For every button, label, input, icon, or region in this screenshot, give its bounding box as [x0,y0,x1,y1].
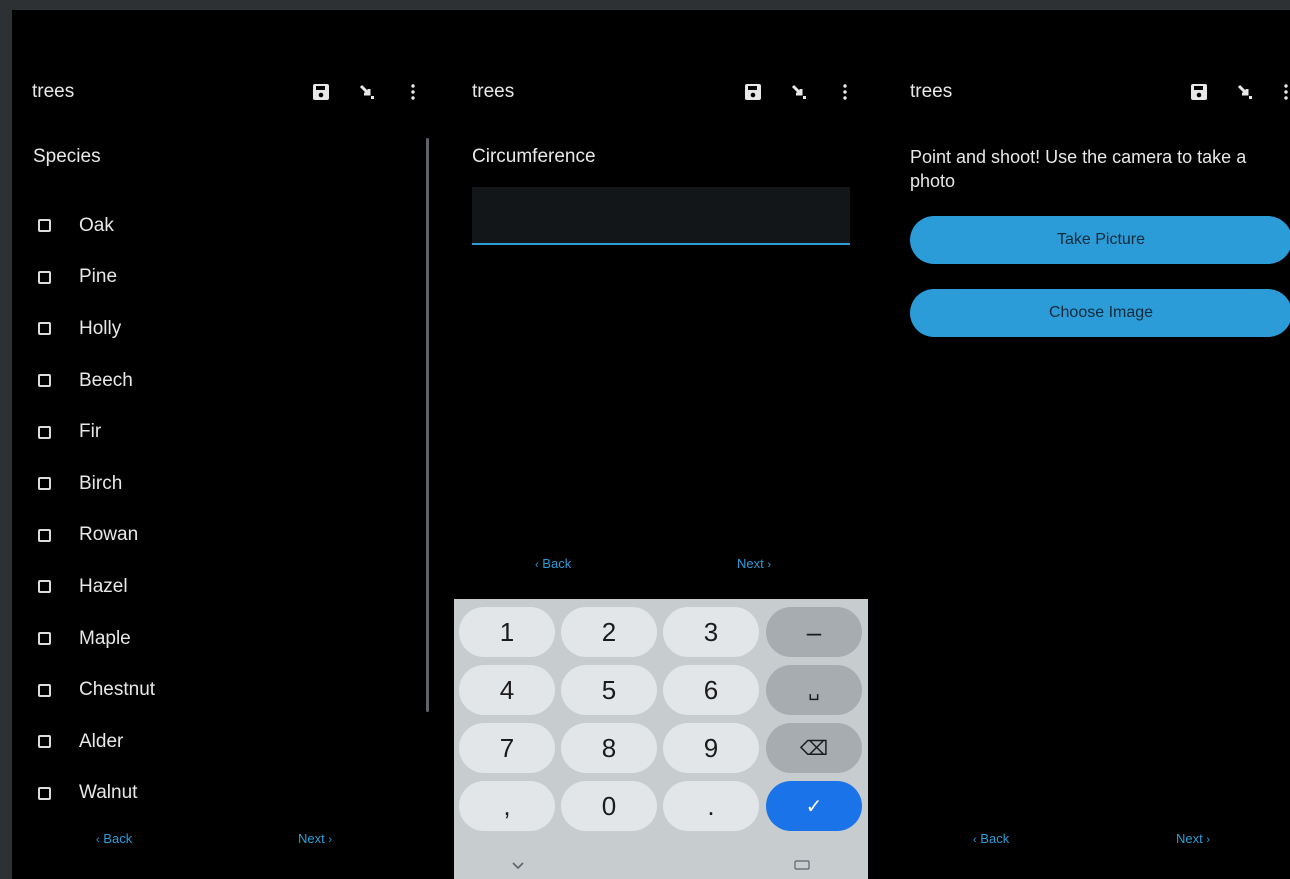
hide-keyboard-icon[interactable] [512,857,524,875]
key-3[interactable]: 3 [663,607,759,657]
checkbox-item-hazel[interactable]: Hazel [38,561,418,613]
checkbox-item-holly[interactable]: Holly [38,303,418,355]
next-label: Next [737,556,764,571]
finalize-arrow-icon[interactable] [358,82,376,102]
checkbox-item-rowan[interactable]: Rowan [38,510,418,562]
back-label: Back [542,556,572,571]
take-picture-button[interactable]: Take Picture [910,216,1290,264]
question-label: Circumference [472,146,596,167]
key-0[interactable]: 0 [561,781,657,831]
more-vert-icon[interactable] [836,82,854,102]
app-title: trees [910,81,953,102]
key-6[interactable]: 6 [663,665,759,715]
chevron-right-icon: › [328,834,333,846]
app-bar: trees [12,72,430,112]
choose-image-button[interactable]: Choose Image [910,289,1290,337]
key-1[interactable]: 1 [459,607,555,657]
checkbox-label: Beech [79,369,133,391]
keyboard-switch-icon[interactable] [794,857,810,875]
scrollbar[interactable] [426,138,429,712]
key-space[interactable]: ␣ [766,665,862,715]
chevron-right-icon: › [767,559,772,571]
chevron-left-icon: ‹ [973,834,977,846]
key-9[interactable]: 9 [663,723,759,773]
checkbox-item-oak[interactable]: Oak [38,200,418,252]
key-7[interactable]: 7 [459,723,555,773]
checkbox-label: Oak [79,214,114,236]
checkbox-label: Holly [79,317,122,339]
checkbox-item-pine[interactable]: Pine [38,252,418,304]
more-vert-icon[interactable] [1282,82,1290,102]
key-period[interactable]: . [663,781,759,831]
chevron-left-icon: ‹ [535,559,539,571]
checkbox-item-beech[interactable]: Beech [38,355,418,407]
checkbox-item-chestnut[interactable]: Chestnut [38,664,418,716]
checkbox-label: Birch [79,472,123,494]
numeric-keyboard: 1 2 3 – 4 5 6 ␣ 7 8 9 ⌫ , 0 . ✓ [454,599,868,879]
app-title: trees [472,81,515,102]
checkbox[interactable] [38,322,51,336]
checkbox-label: Walnut [79,782,138,804]
species-checklist: Oak Pine Holly Beech Fir Birch Rowan Haz… [38,200,418,819]
checkbox-item-maple[interactable]: Maple [38,613,418,665]
key-minus[interactable]: – [766,607,862,657]
checkbox-item-birch[interactable]: Birch [38,458,418,510]
checkbox[interactable] [38,219,51,233]
chevron-left-icon: ‹ [96,834,100,846]
checkbox-label: Fir [79,421,102,443]
checkbox[interactable] [38,425,51,439]
back-label: Back [980,831,1010,846]
app-bar: trees [452,72,862,112]
key-5[interactable]: 5 [561,665,657,715]
checkbox-label: Chestnut [79,679,156,701]
next-button[interactable]: Next › [298,831,332,846]
key-8[interactable]: 8 [561,723,657,773]
checkbox[interactable] [38,786,51,800]
checkbox-label: Alder [79,730,124,752]
save-icon[interactable] [1190,82,1208,102]
checkbox[interactable] [38,683,51,697]
next-label: Next [298,831,325,846]
chevron-right-icon: › [1206,834,1211,846]
next-button[interactable]: Next › [737,556,771,571]
key-comma[interactable]: , [459,781,555,831]
back-button[interactable]: ‹ Back [973,831,1009,846]
save-icon[interactable] [312,82,330,102]
question-label: Point and shoot! Use the camera to take … [910,147,1247,191]
key-4[interactable]: 4 [459,665,555,715]
checkbox-label: Pine [79,266,118,288]
next-button[interactable]: Next › [1176,831,1210,846]
checkbox-label: Hazel [79,575,128,597]
back-label: Back [103,831,133,846]
app-stage: trees Species Oak Pine Holly Beech Fir B… [12,10,1290,879]
finalize-arrow-icon[interactable] [1236,82,1254,102]
checkbox-item-walnut[interactable]: Walnut [38,768,418,820]
checkbox-item-fir[interactable]: Fir [38,406,418,458]
back-button[interactable]: ‹ Back [96,831,132,846]
backspace-key[interactable]: ⌫ [766,723,862,773]
question-label: Species [33,146,101,167]
checkbox-item-alder[interactable]: Alder [38,716,418,768]
checkbox-label: Rowan [79,524,139,546]
circumference-input[interactable] [472,187,850,245]
checkbox[interactable] [38,632,51,646]
checkbox[interactable] [38,374,51,388]
checkbox-label: Maple [79,627,131,649]
checkbox[interactable] [38,735,51,749]
next-label: Next [1176,831,1203,846]
species-panel: trees Species Oak Pine Holly Beech Fir B… [12,10,430,879]
key-2[interactable]: 2 [561,607,657,657]
more-vert-icon[interactable] [404,82,422,102]
save-icon[interactable] [744,82,762,102]
app-title: trees [32,81,75,102]
checkbox[interactable] [38,270,51,284]
app-bar: trees [890,72,1290,112]
checkbox[interactable] [38,477,51,491]
finalize-arrow-icon[interactable] [790,82,808,102]
checkbox[interactable] [38,528,51,542]
enter-key[interactable]: ✓ [766,781,862,831]
checkbox[interactable] [38,580,51,594]
photo-panel: trees Point and shoot! Use the camera to… [890,10,1290,879]
back-button[interactable]: ‹ Back [535,556,571,571]
